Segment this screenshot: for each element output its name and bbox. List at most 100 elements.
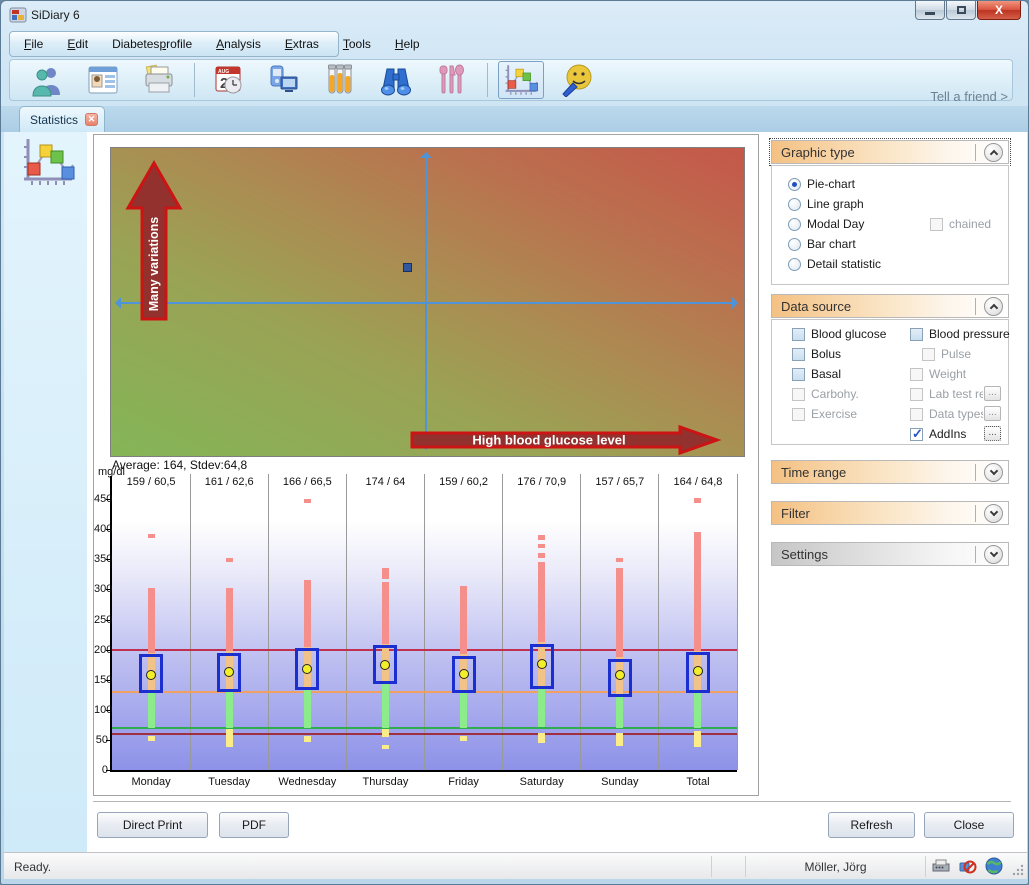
radio-option-bar-chart[interactable]: Bar chart	[788, 236, 856, 252]
menu-item-edit[interactable]: Edit	[67, 37, 88, 51]
checkbox-blood-glucose[interactable]: Blood glucose	[792, 326, 886, 342]
patient-card-icon[interactable]	[80, 61, 126, 99]
checkbox-pulse[interactable]: Pulse	[922, 346, 971, 362]
checkbox-lab-test-resu[interactable]: Lab test resu	[910, 386, 983, 402]
checkbox-label: Blood pressure	[929, 327, 1010, 341]
radio-option-pie-chart[interactable]: Pie-chart	[788, 176, 855, 192]
direct-print-button[interactable]: Direct Print	[97, 812, 208, 838]
value-stack-segment	[616, 558, 623, 562]
maximize-button[interactable]	[946, 1, 976, 20]
menu-item-diabetesprofile[interactable]: Diabetesprofile	[112, 37, 192, 51]
column-header: 161 / 62,6	[190, 476, 268, 488]
checkbox-data-types[interactable]: Data types	[910, 406, 983, 422]
tab-statistics[interactable]: Statistics ✕	[19, 106, 105, 132]
column-separator	[268, 474, 269, 770]
menu-item-help[interactable]: Help	[395, 37, 420, 51]
profiles-icon[interactable]	[24, 61, 70, 99]
globe-icon[interactable]	[985, 857, 1003, 875]
blocked-icon[interactable]	[959, 857, 977, 875]
menu-item-tools[interactable]: Tools	[343, 37, 371, 51]
column-separator	[190, 474, 191, 770]
value-stack-segment	[538, 733, 545, 743]
printer-icon[interactable]	[136, 61, 182, 99]
expand-down-button[interactable]	[984, 545, 1003, 564]
mean-marker	[146, 670, 156, 680]
y-tick-mark	[106, 650, 111, 651]
checkbox-icon	[910, 428, 923, 441]
statistics-chart-icon[interactable]	[20, 137, 76, 187]
radio-option-detail-statistic[interactable]: Detail statistic	[788, 256, 881, 272]
smiley-feedback-icon[interactable]	[554, 61, 600, 99]
close-button[interactable]: X	[977, 1, 1021, 20]
settings-header[interactable]: Settings	[771, 542, 1009, 566]
x-category-label: Monday	[112, 776, 190, 788]
checkbox-label: Carbohy.	[811, 387, 859, 401]
toolbar: AUG2	[9, 59, 1013, 101]
checkbox-basal[interactable]: Basal	[792, 366, 841, 382]
chevron-up-icon	[989, 150, 997, 158]
more-button-lab-test-resu[interactable]: ...	[984, 386, 1001, 401]
chained-checkbox[interactable]: chained	[930, 216, 991, 232]
column-separator	[502, 474, 503, 770]
checkbox-icon	[922, 348, 935, 361]
device-sync-icon[interactable]	[261, 61, 307, 99]
value-stack-segment	[538, 544, 545, 548]
tell-a-friend-link[interactable]: Tell a friend >	[930, 89, 1008, 104]
checkbox-exercise[interactable]: Exercise	[792, 406, 857, 422]
lab-tubes-icon[interactable]	[317, 61, 363, 99]
header-divider	[975, 546, 976, 563]
crosshair-vertical-line	[425, 156, 427, 446]
filter-header[interactable]: Filter	[771, 501, 1009, 525]
close-view-button[interactable]: Close	[924, 812, 1014, 838]
menu-item-extras[interactable]: Extras	[285, 37, 319, 51]
data-source-header[interactable]: Data source	[771, 294, 1009, 318]
checkbox-addins[interactable]: AddIns	[910, 426, 966, 442]
collapse-up-button[interactable]	[984, 143, 1003, 162]
more-button-data-types[interactable]: ...	[984, 406, 1001, 421]
checkbox-icon	[910, 328, 923, 341]
checkbox-weight[interactable]: Weight	[910, 366, 966, 382]
column-header: 176 / 70,9	[503, 476, 581, 488]
statistics-icon[interactable]	[498, 61, 544, 99]
menubar: FileEditDiabetesprofileAnalysisExtrasToo…	[9, 31, 339, 57]
column-header: 159 / 60,2	[425, 476, 503, 488]
nutrition-icon[interactable]	[429, 61, 475, 99]
more-button-addins[interactable]: ...	[984, 426, 1001, 441]
radio-option-line-graph[interactable]: Line graph	[788, 196, 864, 212]
reference-line	[112, 649, 737, 651]
value-stack-segment	[538, 535, 545, 540]
refresh-button[interactable]: Refresh	[828, 812, 915, 838]
binoculars-icon[interactable]	[373, 61, 419, 99]
many-variations-arrow-label: Many variations	[147, 217, 161, 312]
tab-bar: Statistics ✕	[1, 106, 1028, 132]
high-blood-glucose-arrow-label: High blood glucose level	[472, 433, 625, 448]
x-axis-line	[110, 770, 737, 772]
tab-close-icon[interactable]: ✕	[85, 113, 98, 126]
checkbox-bolus[interactable]: Bolus	[792, 346, 841, 362]
title-bar[interactable]: SiDiary 6 X	[1, 1, 1028, 29]
value-stack-segment	[148, 588, 155, 652]
expand-down-button[interactable]	[984, 463, 1003, 482]
column-header: 159 / 60,5	[112, 476, 190, 488]
fax-icon[interactable]	[931, 858, 951, 874]
column-header: 166 / 66,5	[268, 476, 346, 488]
menu-item-analysis[interactable]: Analysis	[216, 37, 261, 51]
checkbox-carbohy[interactable]: Carbohy.	[792, 386, 859, 402]
value-stack-segment	[538, 689, 545, 727]
resize-grip[interactable]	[1011, 863, 1024, 876]
header-divider	[975, 298, 976, 315]
graphic-type-header[interactable]: Graphic type	[771, 140, 1009, 164]
y-tick-mark	[106, 710, 111, 711]
calendar-clock-icon[interactable]: AUG2	[205, 61, 251, 99]
time-range-header[interactable]: Time range	[771, 460, 1009, 484]
expand-down-button[interactable]	[984, 504, 1003, 523]
radio-option-modal-day[interactable]: Modal Day	[788, 216, 864, 232]
pdf-button[interactable]: PDF	[219, 812, 289, 838]
checkbox-icon	[792, 368, 805, 381]
collapse-up-button[interactable]	[984, 297, 1003, 316]
checkbox-blood-pressure[interactable]: Blood pressure	[910, 326, 1010, 342]
menu-item-file[interactable]: File	[24, 37, 43, 51]
variability-scatter-chart: Many variations High blood glucose level	[110, 147, 745, 457]
minimize-button[interactable]	[915, 1, 945, 20]
column-separator	[346, 474, 347, 770]
